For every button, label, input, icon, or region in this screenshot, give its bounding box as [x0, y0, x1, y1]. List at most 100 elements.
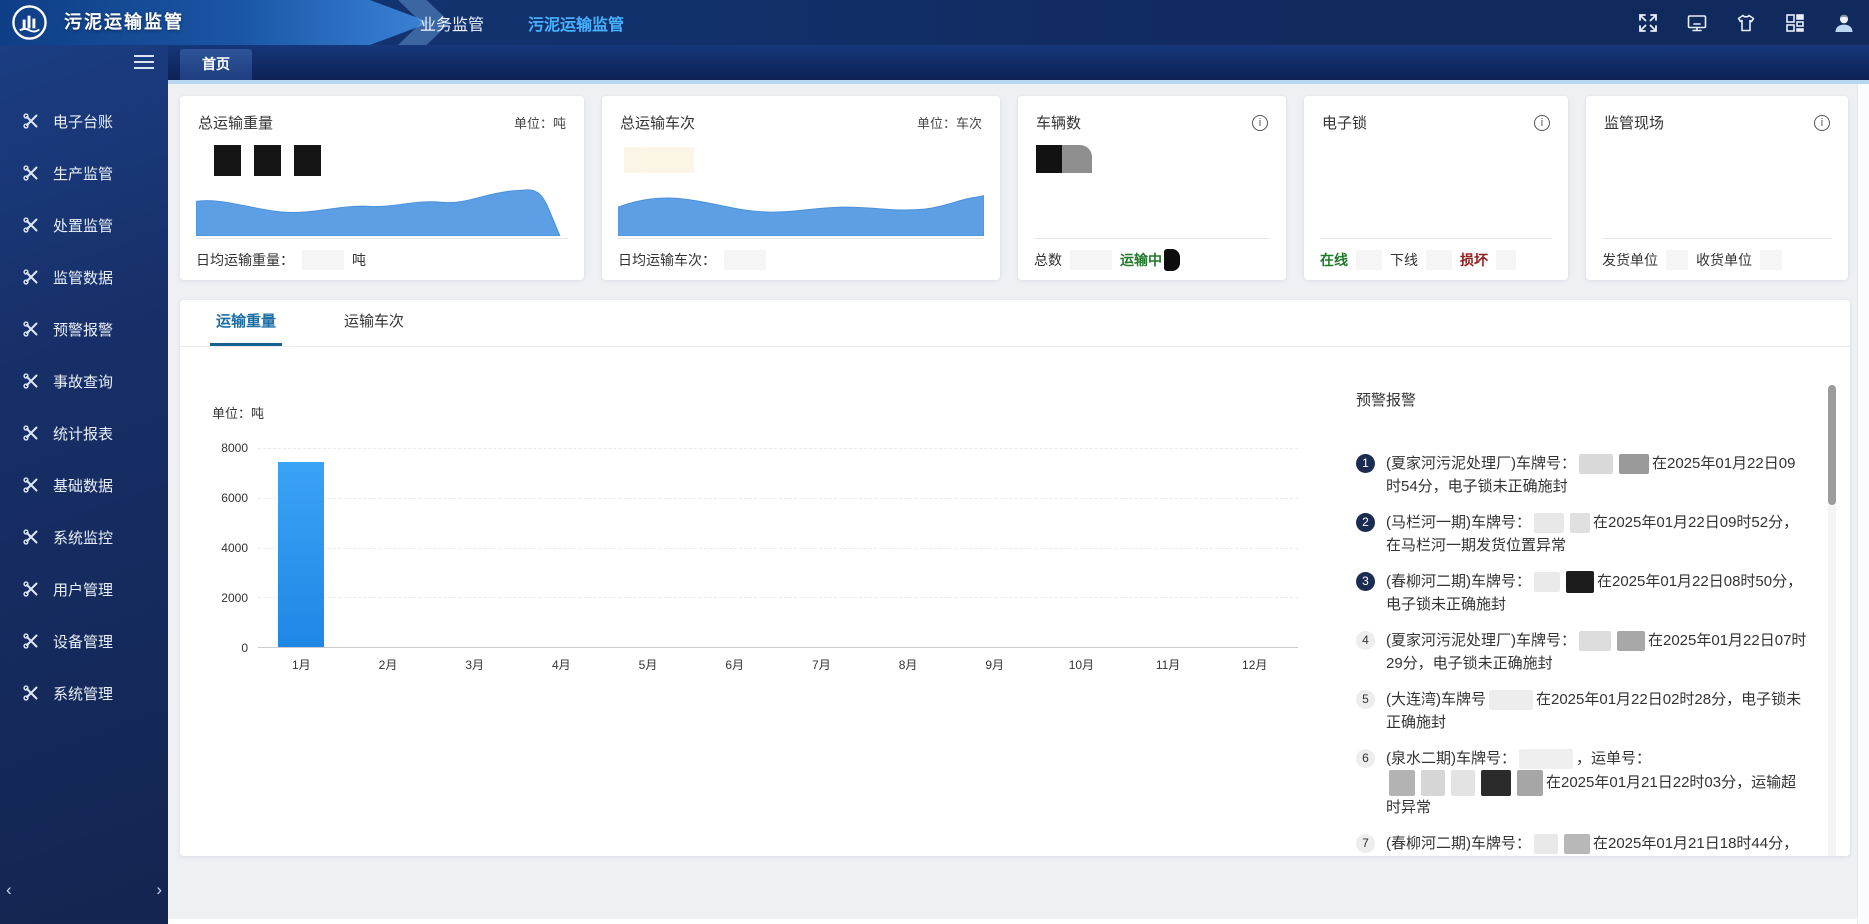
sidebar-item-label: 设备管理 — [53, 631, 113, 652]
sidebar-item-10[interactable]: 用户管理 — [0, 563, 168, 615]
redacted-value — [724, 250, 766, 270]
redacted-value — [214, 145, 584, 176]
main-content: 总运输重量 单位：吨 日均运输重量： 吨 — [168, 84, 1869, 924]
alerts-title: 预警报警 — [1356, 389, 1808, 410]
alerts-scrollbar — [1828, 385, 1836, 856]
alert-text: (大连湾)车牌号 — [1386, 691, 1486, 708]
card-title: 监管现场 — [1604, 112, 1664, 133]
alert-text: (夏家河污泥处理厂)车牌号： — [1386, 632, 1576, 649]
app-title: 污泥运输监管 — [64, 0, 184, 45]
card-title: 车辆数 — [1036, 112, 1081, 133]
redacted-value — [1070, 250, 1112, 270]
alert-item-2[interactable]: 2(马栏河一期)车牌号：在2025年01月22日09时52分，在马栏河一期发货位… — [1356, 511, 1808, 557]
fullscreen-icon[interactable] — [1637, 12, 1659, 34]
nav-item-sludge-transport[interactable]: 污泥运输监管 — [528, 11, 624, 35]
info-icon[interactable]: i — [1534, 115, 1550, 131]
alert-item-1[interactable]: 1(夏家河污泥处理厂)车牌号：在2025年01月22日09时54分，电子锁未正确… — [1356, 452, 1808, 498]
stat-label-damaged: 损坏 — [1460, 250, 1488, 270]
redacted-value — [1566, 571, 1594, 593]
info-icon[interactable]: i — [1252, 115, 1268, 131]
page-tab-bar: 首页 — [168, 45, 1869, 80]
tools-icon — [22, 528, 40, 546]
shirt-theme-icon[interactable] — [1735, 12, 1757, 34]
sidebar-nav: 电子台账生产监管处置监管监管数据预警报警事故查询统计报表基础数据系统监控用户管理… — [0, 45, 168, 719]
chart-column-9月 — [951, 448, 1038, 647]
header-icons — [1637, 0, 1855, 45]
redacted-value — [1489, 690, 1533, 710]
sidebar-item-label: 系统监控 — [53, 527, 113, 548]
sidebar-collapse-icon[interactable] — [134, 55, 154, 71]
bar-1月[interactable] — [278, 462, 324, 647]
x-tick-label: 3月 — [431, 656, 518, 673]
alert-text: 在2025年01月21日22时03分，运输超时异常 — [1386, 774, 1796, 816]
sidebar-item-3[interactable]: 处置监管 — [0, 199, 168, 251]
sidebar-item-1[interactable]: 电子台账 — [0, 95, 168, 147]
chart-tabs: 运输重量 运输车次 — [180, 300, 1850, 347]
redacted-value — [1666, 250, 1688, 270]
redacted-value — [302, 250, 344, 270]
x-tick-label: 5月 — [605, 656, 692, 673]
chart-column-2月 — [345, 448, 432, 647]
footer-label: 日均运输重量： — [196, 250, 294, 270]
layout-grid-icon[interactable] — [1784, 12, 1806, 34]
redacted-value — [1534, 513, 1564, 533]
chart-column-11月 — [1125, 448, 1212, 647]
tools-icon — [22, 216, 40, 234]
alert-item-3[interactable]: 3(春柳河二期)车牌号：在2025年01月22日08时50分，电子锁未正确施封 — [1356, 570, 1808, 616]
footer-unit: 吨 — [352, 250, 366, 270]
sidebar-item-label: 电子台账 — [53, 111, 113, 132]
user-avatar-icon[interactable] — [1833, 12, 1855, 34]
sidebar-item-6[interactable]: 事故查询 — [0, 355, 168, 407]
chart-column-8月 — [865, 448, 952, 647]
redacted-value — [1164, 249, 1180, 271]
alert-item-4[interactable]: 4(夏家河污泥处理厂)车牌号：在2025年01月22日07时29分，电子锁未正确… — [1356, 629, 1808, 675]
sidebar-item-8[interactable]: 基础数据 — [0, 459, 168, 511]
sidebar-item-4[interactable]: 监管数据 — [0, 251, 168, 303]
alerts-scrollbar-thumb[interactable] — [1828, 385, 1836, 505]
bottom-strip — [168, 919, 1869, 924]
x-tick-label: 9月 — [951, 656, 1038, 673]
tab-home[interactable]: 首页 — [180, 49, 252, 80]
alert-item-6[interactable]: 6(泉水二期)车牌号：，运单号：在2025年01月21日22时03分，运输超时异… — [1356, 747, 1808, 819]
card-unit-label: 单位：吨 — [514, 113, 566, 132]
sidebar-item-12[interactable]: 系统管理 — [0, 667, 168, 719]
tab-transport-weight[interactable]: 运输重量 — [210, 310, 282, 346]
sidebar-item-2[interactable]: 生产监管 — [0, 147, 168, 199]
sidebar-item-11[interactable]: 设备管理 — [0, 615, 168, 667]
card-title: 总运输车次 — [620, 112, 695, 133]
sidebar-item-5[interactable]: 预警报警 — [0, 303, 168, 355]
alert-text: (泉水二期)车牌号： — [1386, 750, 1516, 767]
sidebar-arrow-left-icon[interactable]: ‹ — [6, 881, 12, 898]
sidebar-item-7[interactable]: 统计报表 — [0, 407, 168, 459]
alert-item-7[interactable]: 7(春柳河二期)车牌号：在2025年01月21日18时44分，电 — [1356, 832, 1808, 856]
info-icon[interactable]: i — [1814, 115, 1830, 131]
tabbar-accent-strip — [168, 80, 1869, 84]
redacted-value — [1426, 250, 1452, 270]
alert-text: (春柳河二期)车牌号： — [1386, 573, 1531, 590]
window-scrollbar[interactable] — [1857, 80, 1869, 924]
alert-text: (马栏河一期)车牌号： — [1386, 514, 1531, 531]
tools-icon — [22, 632, 40, 650]
alert-item-5[interactable]: 5(大连湾)车牌号在2025年01月22日02时28分，电子锁未正确施封 — [1356, 688, 1808, 734]
sparkline-weight — [196, 186, 568, 236]
alert-rank-badge: 4 — [1356, 631, 1375, 650]
y-tick-label: 0 — [241, 641, 248, 655]
redacted-value — [1481, 770, 1511, 796]
monitor-icon[interactable] — [1686, 12, 1708, 34]
y-tick-label: 2000 — [221, 591, 248, 605]
x-tick-label: 2月 — [345, 656, 432, 673]
sidebar-arrow-right-icon[interactable]: › — [156, 881, 162, 898]
redacted-value — [1036, 145, 1286, 173]
sidebar-item-label: 基础数据 — [53, 475, 113, 496]
sidebar-item-label: 统计报表 — [53, 423, 113, 444]
bar-chart-section: 单位：吨 02000400060008000 1月2月3月4月5月6月7月8月9… — [180, 347, 1350, 856]
header-nav: 业务监管 污泥运输监管 — [420, 0, 624, 45]
redacted-value — [1579, 454, 1613, 474]
sidebar-item-label: 事故查询 — [53, 371, 113, 392]
chart-column-3月 — [431, 448, 518, 647]
sidebar-item-9[interactable]: 系统监控 — [0, 511, 168, 563]
card-supervision-site: 监管现场 i 发货单位 收货单位 — [1586, 96, 1848, 280]
nav-item-business[interactable]: 业务监管 — [420, 11, 484, 35]
alert-rank-badge: 7 — [1356, 834, 1375, 853]
tab-transport-trips[interactable]: 运输车次 — [338, 310, 410, 346]
